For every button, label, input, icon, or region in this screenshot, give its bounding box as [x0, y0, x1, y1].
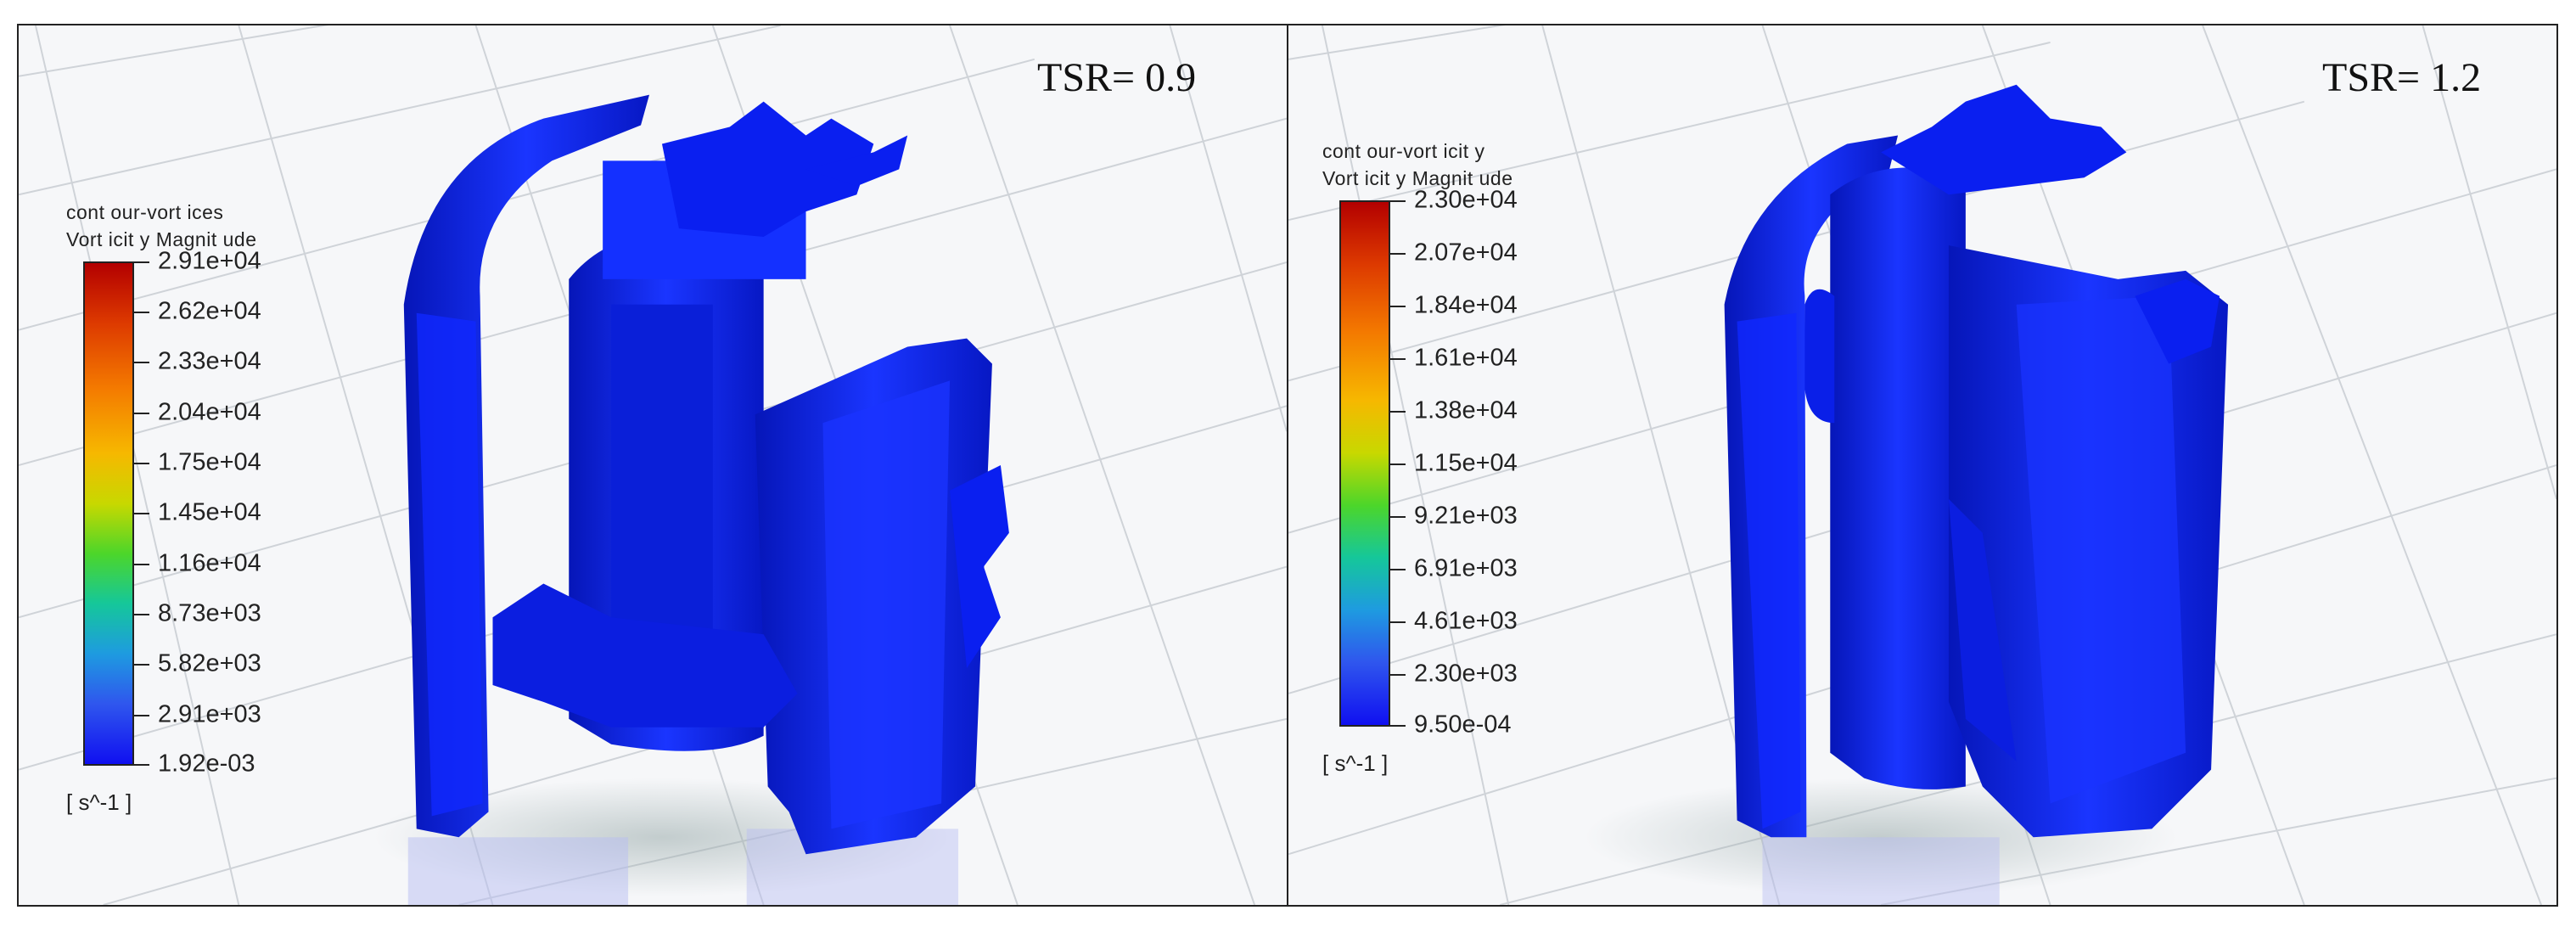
- colorbar-tick: [134, 261, 149, 263]
- colorbar-tick-label: 1.16e+04: [158, 549, 261, 577]
- unit-label: [ s^-1 ]: [66, 789, 132, 815]
- colorbar-tick: [1390, 569, 1406, 570]
- simulation-panel-right: TSR= 1.2 cont our-vort icit y Vort icit …: [1287, 24, 2558, 907]
- colorbar-tick-label: 2.33e+04: [158, 347, 261, 375]
- colorbar-tick-label: 8.73e+03: [158, 599, 261, 627]
- colorbar-tick: [134, 664, 149, 666]
- colorbar-tick-label: 9.50e-04: [1414, 711, 1512, 739]
- colorbar-tick-label: 6.91e+03: [1414, 554, 1518, 582]
- colorbar-tick: [1390, 674, 1406, 676]
- colorbar-tick: [1390, 411, 1406, 413]
- colorbar-tick-label: 2.62e+04: [158, 297, 261, 325]
- colorbar-tick: [1390, 306, 1406, 307]
- colorbar-tick: [134, 564, 149, 565]
- colorbar-tick: [134, 413, 149, 414]
- colorbar-tick-label: 1.84e+04: [1414, 291, 1518, 319]
- colorbar-tick: [1390, 253, 1406, 255]
- colorbar-tick: [134, 362, 149, 363]
- colorbar-tick: [1390, 621, 1406, 623]
- colorbar-tick-label: 2.91e+04: [158, 247, 261, 275]
- colorbar-tick-label: 1.75e+04: [158, 448, 261, 476]
- colorbar-tick: [1390, 725, 1406, 727]
- colorbar-tick-label: 9.21e+03: [1414, 502, 1518, 530]
- legend-title-line1: cont our-vort ices: [66, 201, 224, 223]
- colorbar-tick-label: 2.30e+04: [1414, 186, 1518, 214]
- colorbar-tick-label: 1.15e+04: [1414, 449, 1518, 477]
- colorbar-tick: [1390, 516, 1406, 518]
- colorbar-tick-label: 2.04e+04: [158, 398, 261, 426]
- colorbar-tick-label: 5.82e+03: [158, 649, 261, 677]
- colorbar-tick: [134, 715, 149, 716]
- colorbar-tick: [134, 463, 149, 464]
- colorbar-tick-label: 4.61e+03: [1414, 607, 1518, 635]
- colorbar-tick-label: 2.07e+04: [1414, 239, 1518, 267]
- unit-label: [ s^-1 ]: [1322, 750, 1389, 776]
- colorbar-legend: cont our-vort ices Vort icit y Magnit ud…: [66, 199, 261, 815]
- colorbar-tick-label: 1.61e+04: [1414, 344, 1518, 372]
- tsr-label: TSR= 1.2: [2322, 55, 2482, 100]
- colorbar-gradient: [1339, 200, 1390, 727]
- colorbar-tick: [134, 764, 149, 766]
- colorbar-tick: [1390, 200, 1406, 202]
- colorbar-legend: cont our-vort icit y Vort icit y Magnit …: [1322, 138, 1518, 776]
- simulation-panel-left: TSR= 0.9 cont our-vort ices Vort icit y …: [17, 24, 1288, 907]
- colorbar-tick: [1390, 358, 1406, 360]
- colorbar-tick-label: 1.92e-03: [158, 750, 255, 778]
- colorbar-tick: [134, 614, 149, 615]
- colorbar-gradient: [83, 261, 134, 766]
- colorbar-tick-label: 2.30e+03: [1414, 660, 1518, 688]
- colorbar-tick: [134, 513, 149, 514]
- legend-title-line1: cont our-vort icit y: [1322, 140, 1485, 162]
- colorbar-tick-label: 1.45e+04: [158, 498, 261, 526]
- colorbar-tick: [1390, 464, 1406, 465]
- colorbar-tick-label: 2.91e+03: [158, 700, 261, 728]
- colorbar-tick: [134, 312, 149, 313]
- tsr-label: TSR= 0.9: [1037, 55, 1197, 100]
- colorbar-tick-label: 1.38e+04: [1414, 396, 1518, 424]
